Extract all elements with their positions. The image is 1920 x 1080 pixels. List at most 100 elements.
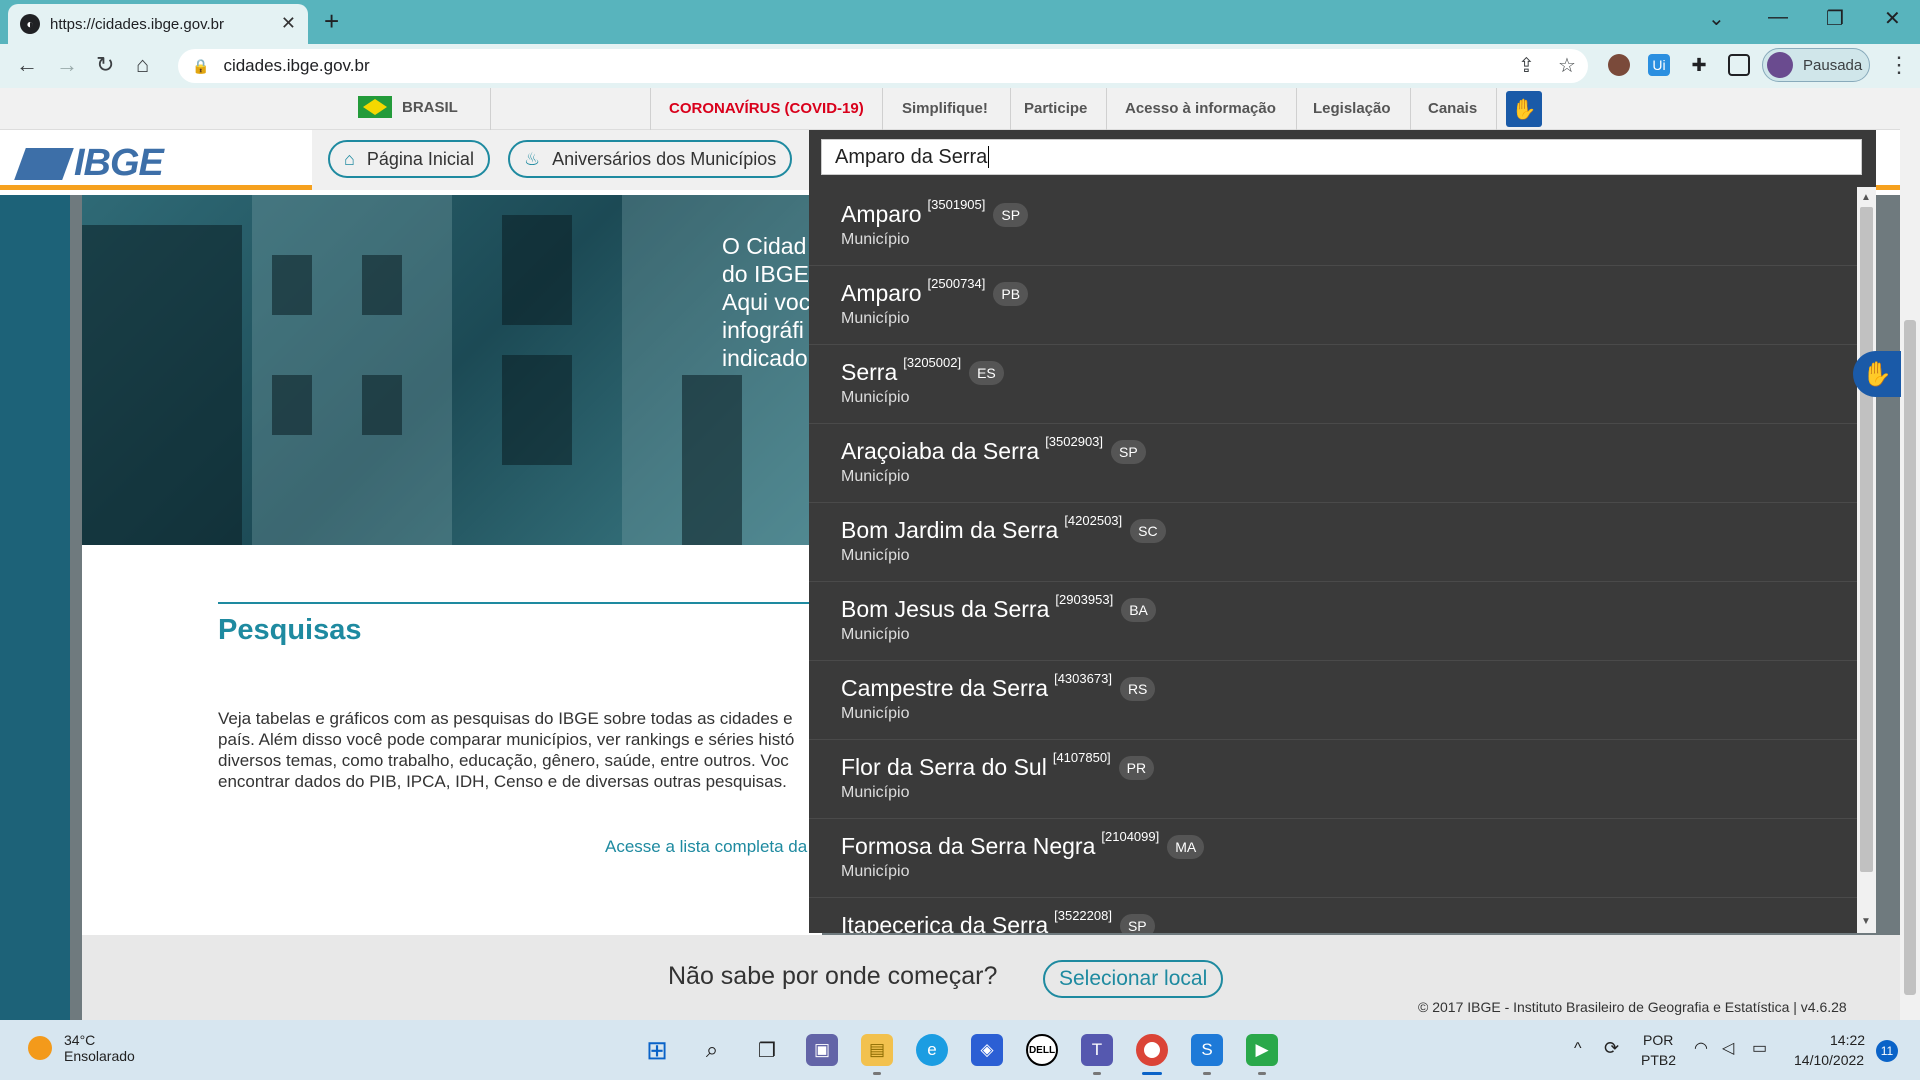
close-window-icon[interactable]: ✕ <box>1884 6 1901 31</box>
running-indicator <box>873 1072 881 1075</box>
media-player-icon[interactable]: ▶ <box>1246 1034 1278 1066</box>
hero-line: do IBGE <box>722 261 809 287</box>
windows-start-icon[interactable]: ⊞ <box>641 1034 673 1066</box>
page-scrollbar[interactable] <box>1900 88 1920 1020</box>
divider <box>1496 88 1497 130</box>
volume-icon[interactable]: ◁ <box>1722 1038 1734 1058</box>
teams-icon[interactable]: T <box>1081 1034 1113 1066</box>
edge-icon[interactable]: e <box>916 1034 948 1066</box>
share-icon[interactable]: ⇪ <box>1518 53 1535 78</box>
gov-link-canais[interactable]: Canais <box>1428 100 1477 117</box>
search-result-item[interactable]: Araçoiaba da Serra [3502903] SP Município <box>809 424 1857 503</box>
gov-link-acesso[interactable]: Acesso à informação <box>1125 100 1276 117</box>
home-icon[interactable]: ⌂ <box>136 52 149 78</box>
vlibras-float-icon[interactable]: ✋ <box>1853 351 1901 397</box>
reload-icon[interactable]: ↻ <box>96 52 114 78</box>
address-bar[interactable]: 🔒 cidades.ibge.gov.br <box>178 49 1588 83</box>
file-explorer-icon[interactable]: ▤ <box>861 1034 893 1066</box>
gov-link-covid[interactable]: CORONAVÍRUS (COVID-19) <box>669 100 864 117</box>
search-result-item[interactable]: Serra [3205002] ES Município <box>809 345 1857 424</box>
scroll-down-icon[interactable]: ▼ <box>1861 916 1871 927</box>
hero-line: O Cidad <box>722 233 807 259</box>
bookmark-star-icon[interactable]: ☆ <box>1558 53 1576 78</box>
tab-search-icon[interactable]: ⌄ <box>1708 6 1725 31</box>
task-view-icon[interactable]: ❐ <box>751 1034 783 1066</box>
tab-close-icon[interactable]: ✕ <box>281 13 296 34</box>
result-code: [4202503] <box>1064 513 1123 528</box>
weather-widget[interactable]: 34°C Ensolarado <box>28 1032 135 1064</box>
nav-pagina-inicial[interactable]: ⌂ Página Inicial <box>328 140 490 178</box>
clock-time[interactable]: 14:22 <box>1830 1032 1865 1048</box>
hero-line: infográfi <box>722 317 804 343</box>
menu-dots-icon[interactable]: ⋮ <box>1888 52 1910 78</box>
divider <box>650 88 651 130</box>
clock-date[interactable]: 14/10/2022 <box>1794 1052 1864 1068</box>
result-uf-badge: ES <box>969 361 1004 385</box>
dell-icon[interactable]: DELL <box>1026 1034 1058 1066</box>
page-scrollbar-thumb[interactable] <box>1904 320 1916 995</box>
chat-icon[interactable]: ▣ <box>806 1034 838 1066</box>
search-result-item[interactable]: Amparo [3501905] SP Município <box>809 187 1857 266</box>
profile-button[interactable]: Pausada <box>1762 48 1870 82</box>
cake-icon: ♨ <box>524 148 541 169</box>
divider <box>490 88 491 130</box>
result-type: Município <box>841 547 910 564</box>
search-result-item[interactable]: Bom Jardim da Serra [4202503] SC Município <box>809 503 1857 582</box>
address-url: cidades.ibge.gov.br <box>223 56 370 75</box>
puzzle-icon[interactable]: ✚ <box>1688 54 1710 76</box>
battery-icon[interactable]: ▭ <box>1752 1038 1767 1058</box>
results-scrollbar-thumb[interactable] <box>1860 207 1873 872</box>
search-result-item[interactable]: Flor da Serra do Sul [4107850] PR Município <box>809 740 1857 819</box>
extension-icon[interactable] <box>1608 54 1630 76</box>
wifi-icon[interactable]: ◠ <box>1694 1038 1708 1058</box>
ibge-logo[interactable]: IBGE <box>14 142 164 185</box>
gov-link-participe[interactable]: Participe <box>1024 100 1087 117</box>
gov-link-simplifique[interactable]: Simplifique! <box>902 100 988 117</box>
forward-icon[interactable]: → <box>56 52 78 78</box>
lang-line-2[interactable]: PTB2 <box>1641 1052 1676 1068</box>
result-uf-badge: SP <box>1119 914 1155 933</box>
vlibras-hands-icon[interactable]: ✋ <box>1506 91 1542 127</box>
gov-link-legislacao[interactable]: Legislação <box>1313 100 1391 117</box>
show-hidden-icon[interactable]: ^ <box>1574 1040 1582 1058</box>
nav-label: Aniversários dos Municípios <box>552 148 777 169</box>
browser-tab[interactable]: ◐ https://cidades.ibge.gov.br ✕ <box>8 4 308 44</box>
globe-icon: ◐ <box>20 14 40 34</box>
chrome-icon[interactable] <box>1136 1034 1168 1066</box>
new-tab-icon[interactable]: + <box>324 6 339 37</box>
running-indicator <box>1203 1072 1211 1075</box>
search-result-item[interactable]: Amparo [2500734] PB Município <box>809 266 1857 345</box>
ui-extension-icon[interactable]: Ui <box>1648 54 1670 76</box>
search-result-item[interactable]: Formosa da Serra Negra [2104099] MA Municíp… <box>809 819 1857 898</box>
search-result-item[interactable]: Itapecerica da Serra[3522208]SPMunicípio <box>809 898 1857 933</box>
result-name-row: Amparo [3501905] SP <box>841 197 1029 228</box>
search-icon[interactable]: ⌕ <box>696 1034 728 1066</box>
search-input[interactable]: Amparo da Serra <box>821 139 1862 175</box>
ibge-logo-mark-icon <box>14 147 74 180</box>
back-icon[interactable]: ← <box>16 52 38 78</box>
lang-line-1[interactable]: POR <box>1643 1032 1673 1048</box>
restore-icon[interactable]: ❐ <box>1826 6 1844 31</box>
result-name: Amparo <box>841 280 922 306</box>
result-name-row: Itapecerica da Serra [3522208] SP <box>841 908 1155 933</box>
tab-title: https://cidades.ibge.gov.br <box>50 15 224 33</box>
search-result-item[interactable]: Bom Jesus da Serra [2903953] BA Município <box>809 582 1857 661</box>
brasil-link[interactable]: BRASIL <box>358 96 458 118</box>
divider <box>1410 88 1411 130</box>
windows-taskbar <box>0 1020 1920 1080</box>
full-list-link[interactable]: Acesse a lista completa da <box>605 837 822 857</box>
notification-badge[interactable]: 11 <box>1876 1040 1898 1062</box>
nav-aniversarios[interactable]: ♨ Aniversários dos Municípios <box>508 140 793 178</box>
side-panel-icon[interactable] <box>1728 54 1750 76</box>
result-name-row: Araçoiaba da Serra [3502903] SP <box>841 434 1146 465</box>
scroll-up-icon[interactable]: ▲ <box>1861 192 1871 203</box>
result-type: Município <box>841 626 910 643</box>
brazil-flag-icon <box>358 96 392 118</box>
lock-icon: 🔒 <box>192 57 210 74</box>
s-app-icon[interactable]: S <box>1191 1034 1223 1066</box>
store-icon[interactable]: ◈ <box>971 1034 1003 1066</box>
search-result-item[interactable]: Campestre da Serra [4303673] RS Município <box>809 661 1857 740</box>
sync-icon[interactable]: ⟳ <box>1604 1038 1619 1059</box>
select-location-button[interactable]: Selecionar local <box>1043 960 1224 998</box>
minimize-icon[interactable]: — <box>1768 6 1788 29</box>
